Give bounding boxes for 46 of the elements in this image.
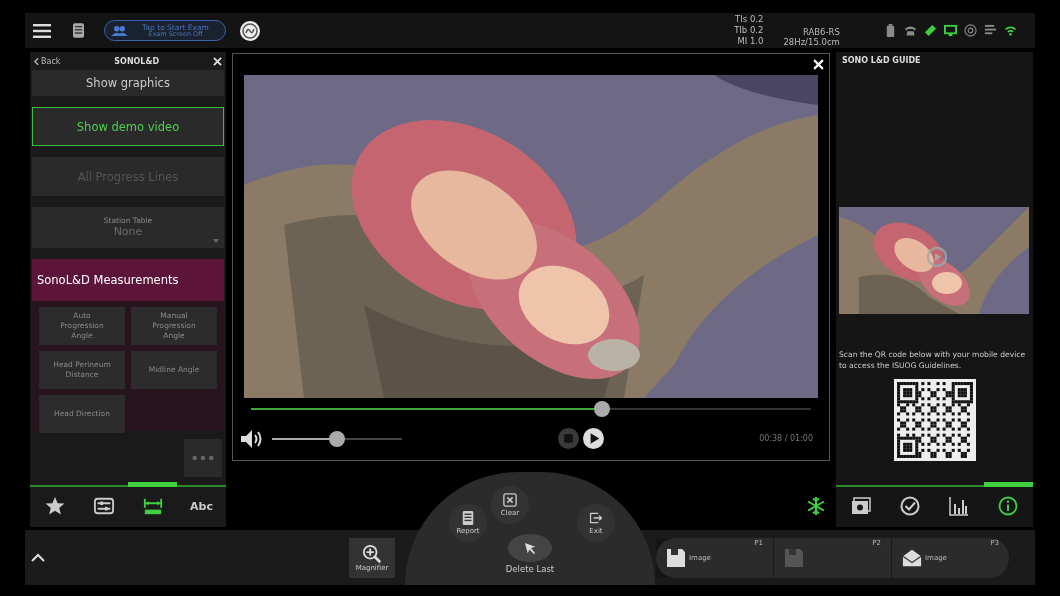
- info-icon: [998, 496, 1019, 516]
- caret-icon: [213, 239, 219, 243]
- check-icon: [899, 496, 920, 516]
- bar-chart-icon: [949, 496, 970, 516]
- exit-icon: [589, 511, 603, 525]
- readout-text: MI 1.0: [737, 36, 764, 47]
- readout-text: TIb 0.2: [734, 25, 764, 36]
- chevron-up-icon[interactable]: [31, 553, 45, 562]
- panel-title: SONO L&D GUIDE: [841, 55, 922, 67]
- image-icon: [850, 496, 871, 516]
- speaker-icon[interactable]: [240, 428, 262, 449]
- star-icon: [44, 496, 65, 516]
- sliders-icon: [93, 496, 114, 516]
- dropdown-value: None: [113, 225, 143, 239]
- magnifier-icon: [362, 543, 382, 564]
- menu-button[interactable]: Show demo video: [32, 107, 224, 146]
- snowflake-icon[interactable]: [806, 496, 826, 516]
- cursor-icon: [523, 541, 537, 555]
- back-button[interactable]: Back: [34, 56, 61, 66]
- probe-name: RAB6-RS: [802, 27, 840, 37]
- section-header: SonoL&D Measurements: [32, 259, 224, 301]
- cursor-button[interactable]: [508, 534, 552, 562]
- frame-rate-text: 28Hz/15.0cm: [783, 37, 840, 47]
- report-icon: [461, 511, 475, 525]
- play-icon[interactable]: [927, 247, 947, 267]
- time-text: 00:38 / 01:00: [759, 434, 813, 443]
- caliper-icon: [142, 496, 163, 516]
- envelope-icon: [902, 547, 922, 568]
- delete-last-label: Delete Last: [504, 564, 556, 574]
- close-icon[interactable]: [213, 56, 222, 66]
- more-button[interactable]: [184, 439, 222, 477]
- progress-thumb[interactable]: [593, 401, 610, 417]
- text-tab[interactable]: Abc: [177, 482, 226, 525]
- people-icon: [111, 25, 128, 36]
- more-icon: [192, 455, 214, 461]
- document-icon[interactable]: [73, 23, 84, 38]
- close-icon: [503, 493, 517, 507]
- menu-icon[interactable]: [33, 23, 51, 38]
- logo-icon: [240, 20, 260, 41]
- qr-code-icon: [893, 379, 976, 462]
- menu-button[interactable]: Show graphics: [32, 70, 224, 96]
- panel-title: SONOL&D: [113, 56, 161, 66]
- readout-text: TIs 0.2: [735, 14, 764, 25]
- back-chevron-icon: [34, 56, 39, 66]
- play-button[interactable]: [582, 428, 604, 449]
- volume-thumb[interactable]: [329, 430, 345, 447]
